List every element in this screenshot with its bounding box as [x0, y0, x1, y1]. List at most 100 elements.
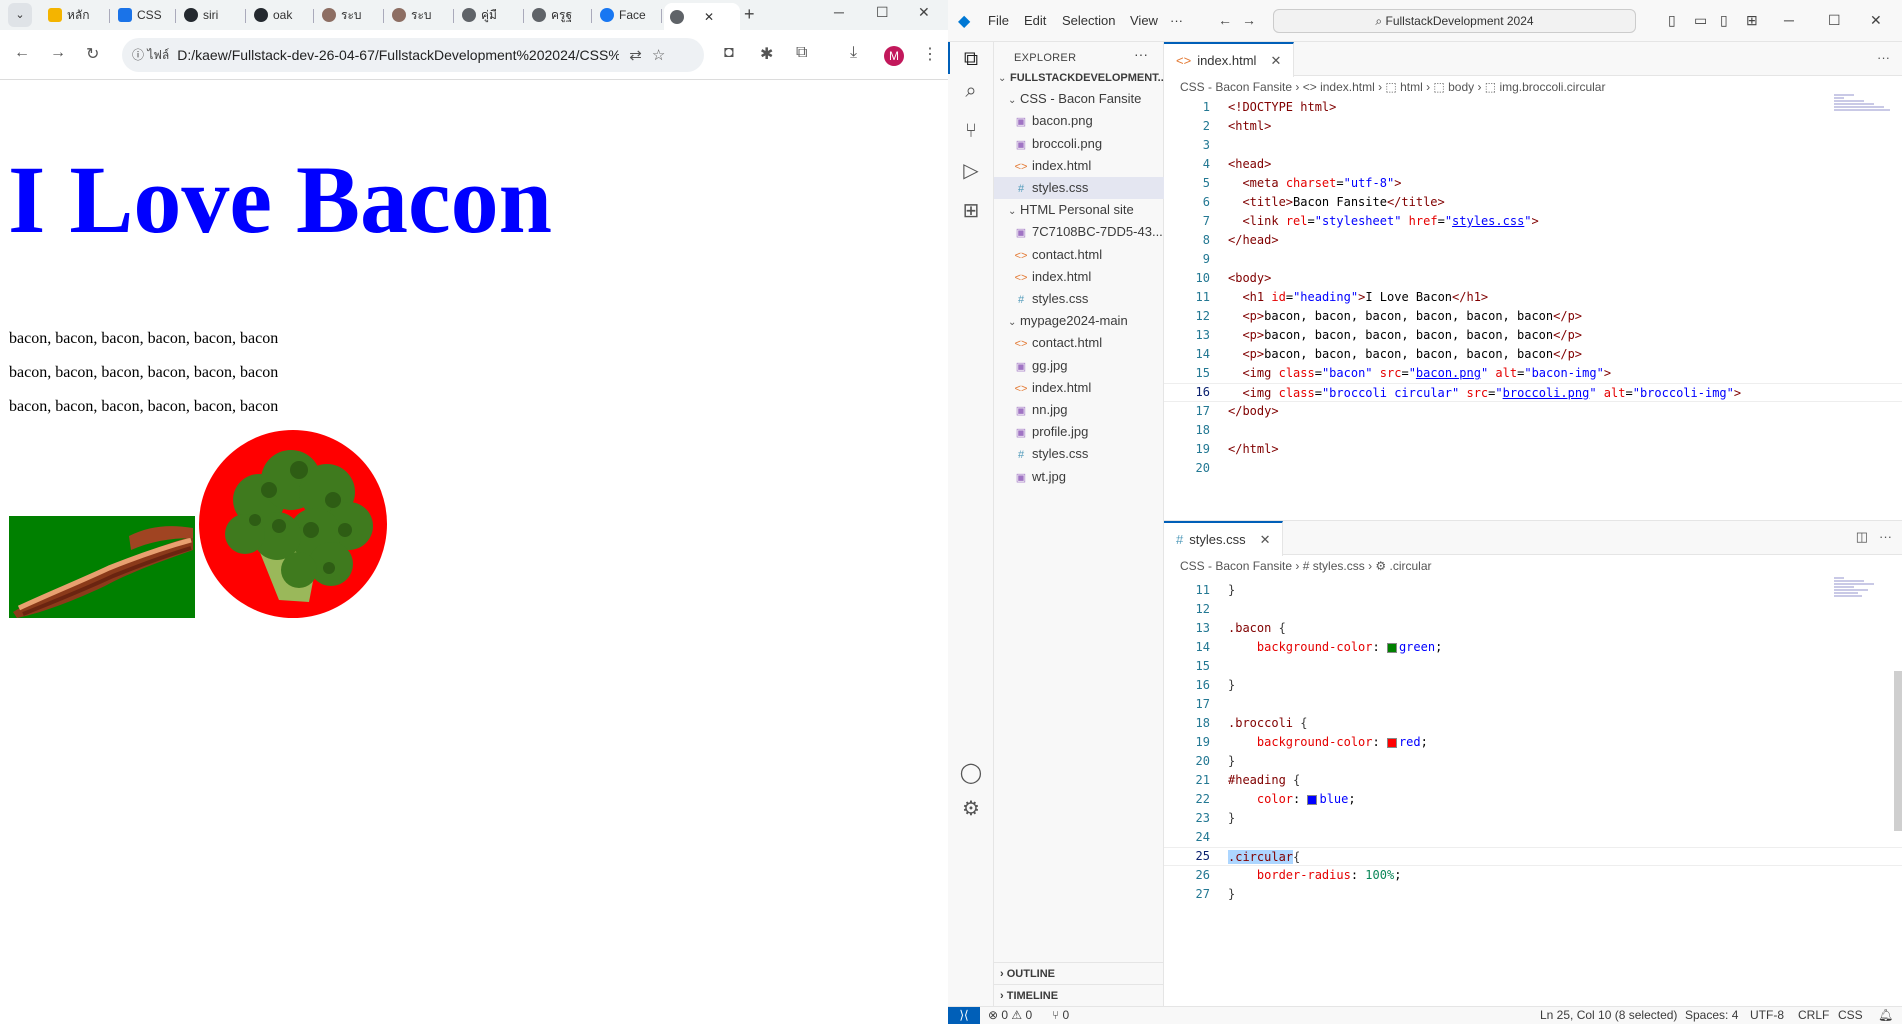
toggle-secondary-sidebar-icon[interactable]: ▯ [1720, 12, 1728, 29]
browser-tab[interactable]: ✕ [664, 3, 740, 30]
tree-file[interactable]: ▣ nn.jpg [994, 399, 1164, 421]
forward-icon[interactable]: → [50, 44, 66, 62]
tree-folder[interactable]: ⌄ mypage2024-main [994, 310, 1164, 332]
browser-tab[interactable]: Face [594, 3, 662, 27]
source-control-icon[interactable]: ⑂ [956, 116, 986, 146]
tree-file[interactable]: # styles.css [994, 443, 1164, 465]
breadcrumb[interactable]: CSS - Bacon Fansite › # styles.css › ⚙ .… [1180, 559, 1432, 573]
download-icon[interactable]: ⤓ [850, 44, 857, 62]
tree-file[interactable]: ▣ gg.jpg [994, 355, 1164, 377]
outline-section[interactable]: › OUTLINE [994, 962, 1164, 984]
settings-gear-icon[interactable]: ⚙ [956, 794, 986, 824]
chevron-down-icon: ⌄ [1008, 206, 1017, 218]
problems-indicator[interactable]: ⊗ 0 ⚠ 0 [988, 1007, 1032, 1024]
url-text[interactable]: D:/kaew/Fullstack-dev-26-04-67/Fullstack… [177, 47, 619, 63]
tree-file[interactable]: <> contact.html [994, 244, 1164, 266]
menu-selection[interactable]: Selection [1062, 13, 1115, 28]
page-heading: I Love Bacon [8, 146, 553, 253]
translate-icon[interactable]: ⇄ [629, 46, 642, 64]
split-editor-icon[interactable]: ◫ [1856, 529, 1868, 545]
css-editor[interactable]: # styles.css ✕ ◫ ··· CSS - Bacon Fansite… [1164, 521, 1902, 1006]
back-icon[interactable]: ← [14, 44, 30, 62]
vertical-scrollbar[interactable] [1894, 671, 1902, 831]
minimize-icon[interactable]: ─ [834, 4, 844, 20]
browser-tab[interactable]: ระบ [316, 3, 384, 27]
tree-file[interactable]: # styles.css [994, 177, 1164, 199]
browser-tab[interactable]: ระบ [386, 3, 454, 27]
encoding[interactable]: UTF-8 [1750, 1007, 1784, 1024]
back-icon[interactable]: ← [1218, 12, 1232, 28]
new-tab-icon[interactable]: + [744, 4, 755, 25]
close-tab-icon[interactable]: ✕ [1270, 53, 1281, 69]
close-tab-icon[interactable]: ✕ [704, 10, 714, 24]
site-info-icon[interactable]: ⓘ ไฟล์ [132, 46, 169, 65]
tree-file[interactable]: <> contact.html [994, 332, 1164, 354]
language-mode[interactable]: CSS [1838, 1007, 1863, 1024]
tree-file[interactable]: ▣ profile.jpg [994, 421, 1164, 443]
line-endings[interactable]: CRLF [1798, 1007, 1829, 1024]
notifications-bell-icon[interactable]: 🔔︎ [1878, 1007, 1893, 1024]
ports-indicator[interactable]: ⑂ 0 [1052, 1007, 1069, 1024]
menu-edit[interactable]: Edit [1024, 13, 1046, 28]
cursor-position[interactable]: Ln 25, Col 10 (8 selected) [1540, 1007, 1677, 1024]
browser-tab[interactable]: siri [178, 3, 246, 27]
tree-file[interactable]: <> index.html [994, 377, 1164, 399]
remote-indicator-icon[interactable]: ⟩⟨ [948, 1007, 980, 1024]
more-menu-icon[interactable]: ⋮ [922, 44, 938, 64]
customize-layout-icon[interactable]: ⊞ [1746, 12, 1758, 29]
close-tab-icon[interactable]: ✕ [1260, 532, 1271, 548]
account-icon[interactable]: ◯ [956, 758, 986, 788]
editor-more-icon[interactable]: ··· [1879, 529, 1892, 544]
extensions-puzzle-icon[interactable]: ⧉ [796, 44, 807, 62]
minimize-icon[interactable]: ─ [1784, 12, 1794, 28]
tree-file[interactable]: ▣ 7C7108BC-7DD5-43... [994, 221, 1164, 243]
toggle-sidebar-icon[interactable]: ▯ [1668, 12, 1676, 29]
minimap[interactable] [1834, 94, 1894, 112]
explorer-more-icon[interactable]: ··· [1134, 46, 1148, 62]
html-editor[interactable]: <> index.html ✕ ··· CSS - Bacon Fansite … [1164, 42, 1902, 520]
tree-folder[interactable]: ⌄ HTML Personal site [994, 199, 1164, 221]
browser-tab[interactable]: คู่มื [456, 3, 524, 27]
tree-file[interactable]: ▣ bacon.png [994, 110, 1164, 132]
timeline-section[interactable]: › TIMELINE [994, 984, 1164, 1006]
maximize-icon[interactable]: ☐ [1828, 12, 1841, 29]
menu-more[interactable]: ··· [1170, 13, 1183, 28]
menu-file[interactable]: File [988, 13, 1009, 28]
browser-tab[interactable]: CSS [112, 3, 176, 27]
indentation[interactable]: Spaces: 4 [1685, 1007, 1738, 1024]
tree-folder[interactable]: ⌄ FULLSTACKDEVELOPMENT... [994, 66, 1164, 88]
tree-file[interactable]: ▣ broccoli.png [994, 133, 1164, 155]
search-icon[interactable]: ⌕ [956, 76, 986, 106]
tab-index-html[interactable]: <> index.html ✕ [1164, 42, 1295, 77]
tree-file[interactable]: <> index.html [994, 155, 1164, 177]
editor-more-icon[interactable]: ··· [1877, 50, 1890, 65]
extensions-icon[interactable]: ⊞ [956, 196, 986, 226]
toggle-panel-icon[interactable]: ▭ [1694, 12, 1707, 29]
explorer-icon[interactable]: ⧉ [956, 44, 986, 74]
screenshot-icon[interactable]: ◘ [724, 44, 734, 62]
reload-icon[interactable]: ↻ [86, 44, 99, 64]
maximize-icon[interactable]: ☐ [876, 4, 889, 21]
tree-file[interactable]: # styles.css [994, 288, 1164, 310]
profile-avatar[interactable]: M [884, 46, 904, 66]
browser-tab[interactable]: oak [248, 3, 314, 27]
browser-tab[interactable]: ครูฐ [526, 3, 592, 27]
close-window-icon[interactable]: ✕ [1870, 12, 1882, 29]
command-center[interactable]: ⌕ FullstackDevelopment 2024 [1273, 9, 1636, 33]
tab-styles-css[interactable]: # styles.css ✕ [1164, 521, 1284, 556]
address-bar[interactable]: ⓘ ไฟล์ D:/kaew/Fullstack-dev-26-04-67/Fu… [122, 38, 704, 72]
close-window-icon[interactable]: ✕ [918, 4, 930, 21]
bookmark-star-icon[interactable]: ☆ [652, 46, 665, 64]
tab-search-icon[interactable]: ⌄ [8, 3, 32, 27]
tree-file[interactable]: ▣ wt.jpg [994, 466, 1164, 488]
tree-folder[interactable]: ⌄ CSS - Bacon Fansite [994, 88, 1164, 110]
minimap[interactable] [1834, 577, 1894, 598]
run-debug-icon[interactable]: ▷ [956, 156, 986, 186]
extension-bug-icon[interactable]: ✱ [760, 44, 773, 64]
tree-file[interactable]: <> index.html [994, 266, 1164, 288]
forward-icon[interactable]: → [1242, 12, 1256, 28]
breadcrumb[interactable]: CSS - Bacon Fansite › <> index.html › ⬚ … [1180, 80, 1605, 94]
browser-tab[interactable]: หลัก [42, 3, 110, 27]
menu-view[interactable]: View [1130, 13, 1158, 28]
tree-label: gg.jpg [1032, 357, 1068, 373]
